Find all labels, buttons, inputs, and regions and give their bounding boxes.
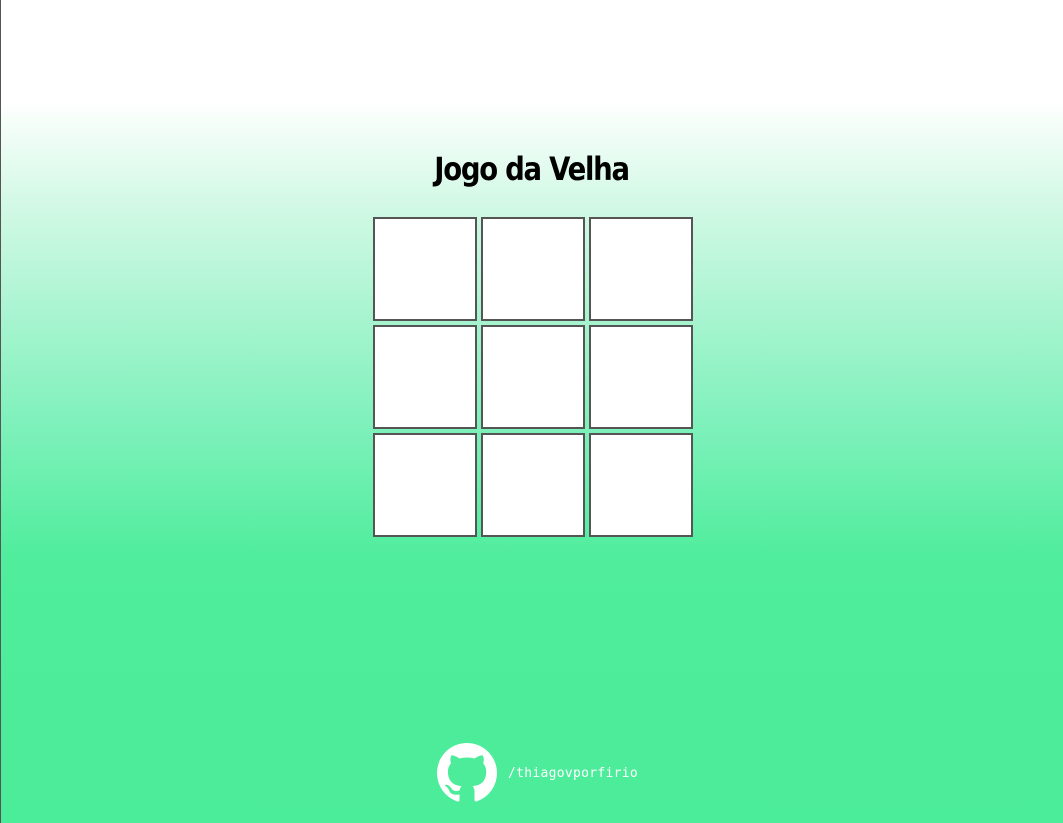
window-edge (0, 0, 1, 823)
footer: /thiagovporfirio (0, 743, 1063, 803)
board-cell-2[interactable] (481, 217, 585, 321)
board-cell-5[interactable] (481, 325, 585, 429)
board-cell-3[interactable] (589, 217, 693, 321)
board-cell-6[interactable] (589, 325, 693, 429)
github-icon (436, 743, 497, 802)
board-cell-4[interactable] (373, 325, 477, 429)
github-handle: /thiagovporfirio (507, 765, 639, 781)
game-board (373, 217, 693, 537)
page-title: Jogo da Velha (434, 150, 630, 188)
github-profile-link[interactable]: /thiagovporfirio (436, 743, 639, 803)
board-cell-7[interactable] (373, 433, 477, 537)
board-cell-8[interactable] (481, 433, 585, 537)
board-cell-9[interactable] (589, 433, 693, 537)
board-cell-1[interactable] (373, 217, 477, 321)
